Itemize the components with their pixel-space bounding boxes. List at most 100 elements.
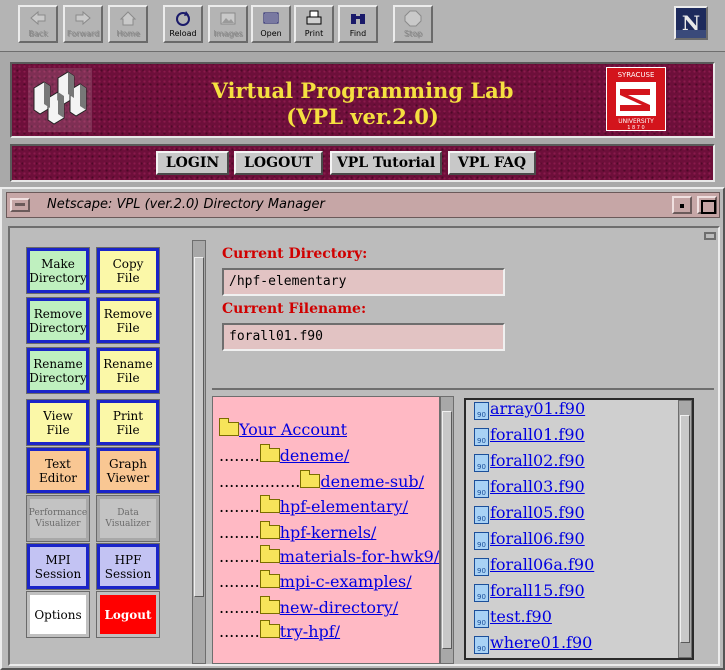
- window-title: Netscape: VPL (ver.2.0) Directory Manage…: [47, 197, 325, 212]
- file-link[interactable]: forall03.f90: [490, 477, 585, 496]
- remove-directory-button[interactable]: Remove Directory: [26, 297, 90, 344]
- frame-resize-handle[interactable]: [704, 232, 716, 240]
- hpf-session-button[interactable]: HPF Session: [96, 543, 160, 590]
- stop-button[interactable]: Stop: [393, 5, 433, 43]
- file-link[interactable]: forall02.f90: [490, 451, 585, 470]
- logout-button[interactable]: Logout: [96, 591, 160, 638]
- graph-viewer-button[interactable]: Graph Viewer: [96, 447, 160, 494]
- fortran-file-icon: 90: [474, 454, 489, 472]
- text-editor-button[interactable]: Text Editor: [26, 447, 90, 494]
- browser-toolbar: Back Forward Home Reload Images Open Pri…: [0, 0, 725, 52]
- current-filename-label: Current Filename:: [222, 301, 367, 317]
- mpi-session-button[interactable]: MPI Session: [26, 543, 90, 590]
- reload-button[interactable]: Reload: [163, 5, 203, 43]
- tree-item-link[interactable]: deneme-sub/: [320, 472, 424, 491]
- current-directory-field[interactable]: /hpf-elementary: [222, 268, 505, 296]
- file-item[interactable]: 90 forall06a.f90: [474, 556, 594, 576]
- tree-item[interactable]: ........ hpf-kernels/: [219, 521, 377, 542]
- stop-label: Stop: [403, 29, 423, 38]
- rename-file-button[interactable]: Rename File: [96, 347, 160, 394]
- command-panel-scroll-thumb[interactable]: [194, 257, 204, 597]
- tree-item[interactable]: ........ materials-for-hwk9/: [219, 545, 439, 566]
- back-button[interactable]: Back: [18, 5, 58, 43]
- netscape-logo[interactable]: N: [674, 6, 708, 40]
- data-visualizer-button[interactable]: Data Visualizer: [96, 495, 160, 542]
- tree-item[interactable]: ........ deneme/: [219, 444, 350, 465]
- folder-icon: [259, 596, 280, 614]
- maximize-button[interactable]: [697, 196, 717, 214]
- command-panel-scrollbar[interactable]: [192, 240, 206, 664]
- current-filename-field[interactable]: forall01.f90: [222, 323, 505, 351]
- home-button[interactable]: Home: [108, 5, 148, 43]
- tree-item-link[interactable]: deneme/: [280, 446, 350, 465]
- file-item[interactable]: 90 forall02.f90: [474, 452, 585, 472]
- file-list-scroll-thumb[interactable]: [680, 415, 690, 643]
- tree-root[interactable]: Your Account: [219, 418, 347, 439]
- file-link[interactable]: array01.f90: [490, 400, 585, 418]
- file-item[interactable]: 90 array01.f90: [474, 400, 585, 420]
- minimize-button[interactable]: [672, 196, 692, 214]
- login-button[interactable]: LOGIN: [156, 151, 229, 175]
- fortran-file-icon: 90: [474, 584, 489, 602]
- window-titlebar[interactable]: Netscape: VPL (ver.2.0) Directory Manage…: [6, 192, 720, 218]
- tree-root-link[interactable]: Your Account: [239, 420, 347, 439]
- file-item[interactable]: 90 forall06.f90: [474, 530, 585, 550]
- file-link[interactable]: forall06a.f90: [490, 555, 594, 574]
- find-button[interactable]: Find: [338, 5, 378, 43]
- tree-item[interactable]: ........ new-directory/: [219, 596, 398, 617]
- tree-item-link[interactable]: materials-for-hwk9/: [280, 547, 439, 566]
- options-button[interactable]: Options: [26, 591, 90, 638]
- images-label: Images: [213, 29, 243, 38]
- rename-directory-button[interactable]: Rename Directory: [26, 347, 90, 394]
- stop-icon: [404, 10, 422, 27]
- tree-item[interactable]: ................ deneme-sub/: [219, 470, 424, 491]
- print-button[interactable]: Print: [294, 5, 334, 43]
- view-file-button[interactable]: View File: [26, 399, 90, 446]
- file-item[interactable]: 90 where01.f90: [474, 634, 592, 654]
- tree-item[interactable]: ........ try-hpf/: [219, 620, 340, 641]
- tree-item-link[interactable]: new-directory/: [280, 598, 398, 617]
- file-link[interactable]: where01.f90: [490, 633, 592, 652]
- remove-file-button[interactable]: Remove File: [96, 297, 160, 344]
- tree-item-link[interactable]: hpf-elementary/: [280, 497, 408, 516]
- file-list-scrollbar[interactable]: [678, 400, 692, 658]
- file-item[interactable]: 90 forall03.f90: [474, 478, 585, 498]
- fortran-file-icon: 90: [474, 428, 489, 446]
- file-link[interactable]: forall05.f90: [490, 503, 585, 522]
- window-menu-button[interactable]: [10, 198, 30, 212]
- make-directory-button[interactable]: Make Directory: [26, 247, 90, 294]
- tree-item-link[interactable]: try-hpf/: [280, 622, 340, 641]
- file-link[interactable]: test.f90: [490, 607, 552, 626]
- vpl-faq-button[interactable]: VPL FAQ: [448, 151, 536, 175]
- open-button[interactable]: Open: [251, 5, 291, 43]
- vpl-tutorial-button[interactable]: VPL Tutorial: [330, 151, 442, 175]
- folder-icon: [259, 521, 280, 539]
- file-item[interactable]: 90 forall01.f90: [474, 426, 585, 446]
- file-link[interactable]: forall01.f90: [490, 425, 585, 444]
- tree-item[interactable]: ........ mpi-c-examples/: [219, 570, 412, 591]
- file-link[interactable]: forall06.f90: [490, 529, 585, 548]
- print-file-button[interactable]: Print File: [96, 399, 160, 446]
- forward-arrow-icon: [75, 10, 91, 26]
- tree-item[interactable]: ........ hpf-elementary/: [219, 495, 408, 516]
- fortran-file-icon: 90: [474, 480, 489, 498]
- file-item[interactable]: 90 forall15.f90: [474, 582, 585, 602]
- tree-scroll-thumb[interactable]: [442, 411, 452, 649]
- tree-item-link[interactable]: mpi-c-examples/: [280, 572, 412, 591]
- find-binoculars-icon: [351, 14, 365, 24]
- copy-file-button[interactable]: Copy File: [96, 247, 160, 294]
- file-link[interactable]: forall15.f90: [490, 581, 585, 600]
- home-icon: [119, 11, 137, 26]
- folder-icon: [259, 444, 280, 462]
- logout-nav-button[interactable]: LOGOUT: [234, 151, 323, 175]
- performance-visualizer-button[interactable]: Performance Visualizer: [26, 495, 90, 542]
- images-button[interactable]: Images: [208, 5, 248, 43]
- file-item[interactable]: 90 test.f90: [474, 608, 552, 628]
- tree-scrollbar[interactable]: [440, 396, 454, 664]
- tree-item-link[interactable]: hpf-kernels/: [280, 523, 377, 542]
- file-item[interactable]: 90 forall05.f90: [474, 504, 585, 524]
- fortran-file-icon: 90: [474, 532, 489, 550]
- images-icon: [220, 12, 236, 25]
- forward-button[interactable]: Forward: [63, 5, 103, 43]
- frame-divider: [212, 388, 714, 390]
